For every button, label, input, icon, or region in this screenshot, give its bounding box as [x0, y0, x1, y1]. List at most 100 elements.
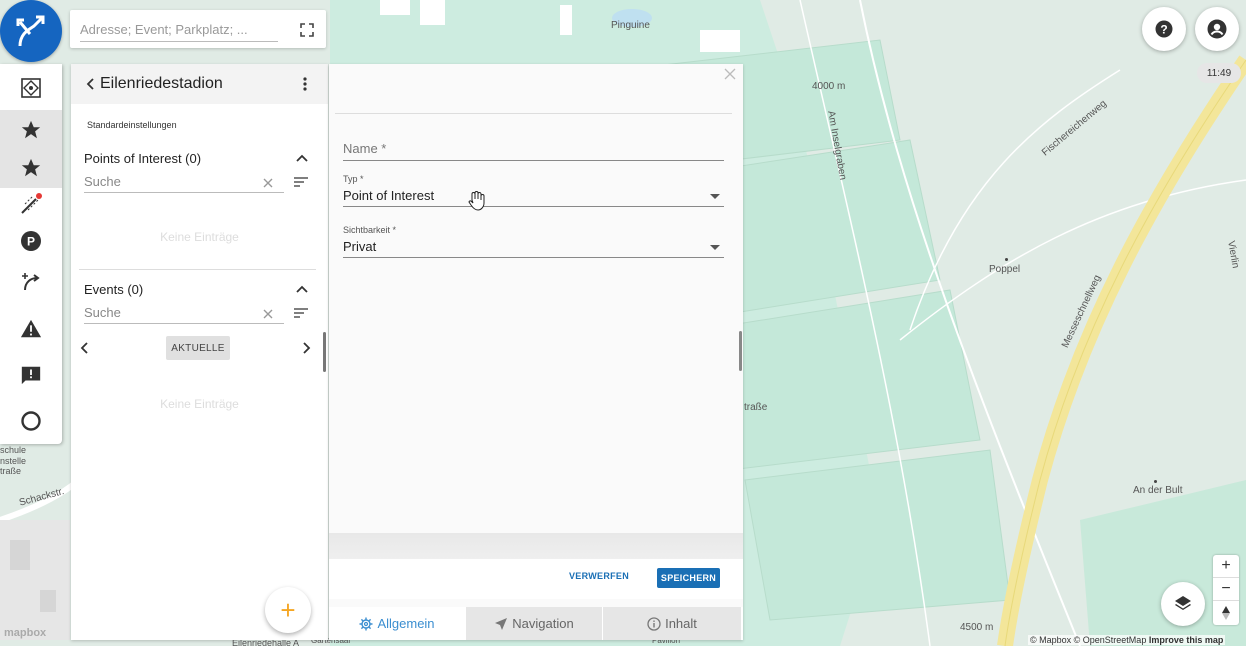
magic-wand-button[interactable] [0, 184, 62, 224]
map-diamond-icon [21, 78, 41, 98]
visibility-select-value: Privat [343, 239, 377, 254]
help-icon: ? [1155, 20, 1173, 38]
dropdown-arrow-icon [710, 194, 720, 199]
save-button[interactable]: SPEICHERN [657, 568, 720, 588]
attribution-text[interactable]: © Mapbox © OpenStreetMap [1030, 635, 1146, 645]
account-button[interactable] [1195, 7, 1239, 51]
poi-section-title[interactable]: Points of Interest (0) [84, 151, 201, 166]
sort-icon[interactable] [293, 307, 309, 319]
warning-button[interactable] [0, 309, 62, 349]
type-select-label: Typ * [343, 174, 364, 184]
account-circle-icon [1207, 19, 1227, 39]
current-events-button[interactable]: AKTUELLE [166, 336, 230, 360]
zoom-out-button[interactable]: − [1213, 578, 1239, 601]
compass-icon [1222, 605, 1230, 620]
compass-button[interactable] [1213, 601, 1239, 624]
poi-search-input[interactable] [84, 171, 284, 193]
back-chevron-icon[interactable] [83, 76, 99, 92]
parking-icon: P [21, 231, 41, 251]
feedback-icon [21, 366, 41, 385]
map-poi-dot [1154, 480, 1157, 483]
panel-scrollbar[interactable] [323, 332, 326, 372]
edit-form-panel: Name * Typ * Point of Interest Sichtbark… [329, 64, 743, 640]
search-bar [70, 10, 326, 48]
type-select[interactable]: Typ * Point of Interest [343, 174, 724, 207]
name-field-label: Name * [343, 141, 387, 156]
events-search-input[interactable] [84, 302, 284, 324]
chevron-up-icon[interactable] [295, 153, 309, 163]
hand-cursor-icon [468, 191, 485, 211]
map-poi-dot [1005, 258, 1008, 261]
map-label: schule [0, 445, 27, 455]
discard-button[interactable]: VERWERFEN [569, 571, 629, 581]
more-vert-icon[interactable] [297, 76, 313, 92]
route-add-icon [22, 273, 40, 291]
search-input[interactable] [80, 18, 278, 42]
form-divider [335, 113, 732, 114]
star-icon [21, 158, 41, 177]
improve-map-link[interactable]: Improve this map [1149, 635, 1224, 645]
map-label-bult: An der Bult [1133, 485, 1183, 496]
map-layers-button[interactable] [1161, 582, 1205, 626]
svg-text:P: P [27, 235, 35, 249]
map-label-poppel: Poppel [989, 264, 1021, 275]
parking-button[interactable]: P [0, 221, 62, 261]
sort-icon[interactable] [293, 176, 309, 188]
mapbox-logo: mapbox [4, 627, 47, 639]
chevron-up-icon[interactable] [295, 284, 309, 294]
name-field[interactable]: Name * [343, 138, 724, 161]
section-divider [79, 269, 316, 270]
layers-icon [1175, 596, 1191, 610]
report-button[interactable] [0, 355, 62, 395]
visibility-select[interactable]: Sichtbarkeit * Privat [343, 225, 724, 258]
clear-icon[interactable] [262, 177, 274, 189]
help-button[interactable]: ? [1142, 7, 1186, 51]
type-select-value: Point of Interest [343, 188, 435, 203]
map-attribution: © Mapbox © OpenStreetMap Improve this ma… [1028, 635, 1226, 645]
favorites-button[interactable] [0, 110, 62, 150]
route-split-logo-icon [16, 15, 45, 47]
route-button[interactable] [0, 262, 62, 302]
events-empty-text: Keine Einträge [160, 397, 239, 411]
map-label: nstelle [0, 456, 27, 466]
field-underline [343, 206, 724, 207]
chevron-right-icon[interactable] [299, 341, 313, 355]
tab-navigation[interactable]: Navigation [466, 607, 602, 640]
fullscreen-button[interactable] [294, 18, 320, 42]
favorites-secondary-button[interactable] [0, 148, 62, 188]
gear-icon [359, 617, 373, 630]
map-label-altitude: 4000 m [812, 81, 846, 92]
app-logo-button[interactable] [0, 0, 62, 62]
close-icon[interactable] [724, 68, 736, 80]
tab-allgemein-label: Allgemein [377, 616, 435, 631]
navigation-arrow-icon [495, 617, 508, 630]
detail-panel: Eilenriedestadion Standardeinstellungen … [71, 64, 328, 640]
clear-icon[interactable] [262, 308, 274, 320]
clock-badge: 11:49 [1197, 63, 1241, 83]
events-section-title[interactable]: Events (0) [84, 282, 143, 297]
tab-navigation-label: Navigation [512, 616, 574, 631]
svg-text:?: ? [1160, 23, 1167, 37]
panel-header: Eilenriedestadion [71, 64, 328, 104]
layers-diamond-button[interactable] [0, 68, 62, 108]
left-toolbar: P [0, 64, 62, 444]
tab-inhalt[interactable]: Inhalt [603, 607, 741, 640]
tab-allgemein[interactable]: Allgemein [329, 607, 465, 640]
panel-subtitle: Standardeinstellungen [87, 120, 177, 130]
fullscreen-icon [300, 23, 314, 37]
form-actions: VERWERFEN SPEICHERN [329, 559, 743, 599]
panel-title: Eilenriedestadion [100, 75, 223, 92]
circle-button[interactable] [0, 401, 62, 441]
map-label-pinguine: Pinguine [611, 20, 650, 31]
circle-icon [21, 411, 41, 431]
map-label-altitude: 4500 m [960, 622, 994, 633]
form-scrollbar[interactable] [739, 331, 742, 371]
zoom-in-button[interactable]: + [1213, 555, 1239, 578]
tab-inhalt-label: Inhalt [665, 616, 697, 631]
zoom-controls: + − [1213, 555, 1239, 625]
dropdown-arrow-icon [710, 245, 720, 250]
field-underline [343, 257, 724, 258]
add-fab-button[interactable]: + [265, 587, 311, 633]
chevron-left-icon[interactable] [78, 341, 92, 355]
visibility-select-label: Sichtbarkeit * [343, 225, 397, 235]
